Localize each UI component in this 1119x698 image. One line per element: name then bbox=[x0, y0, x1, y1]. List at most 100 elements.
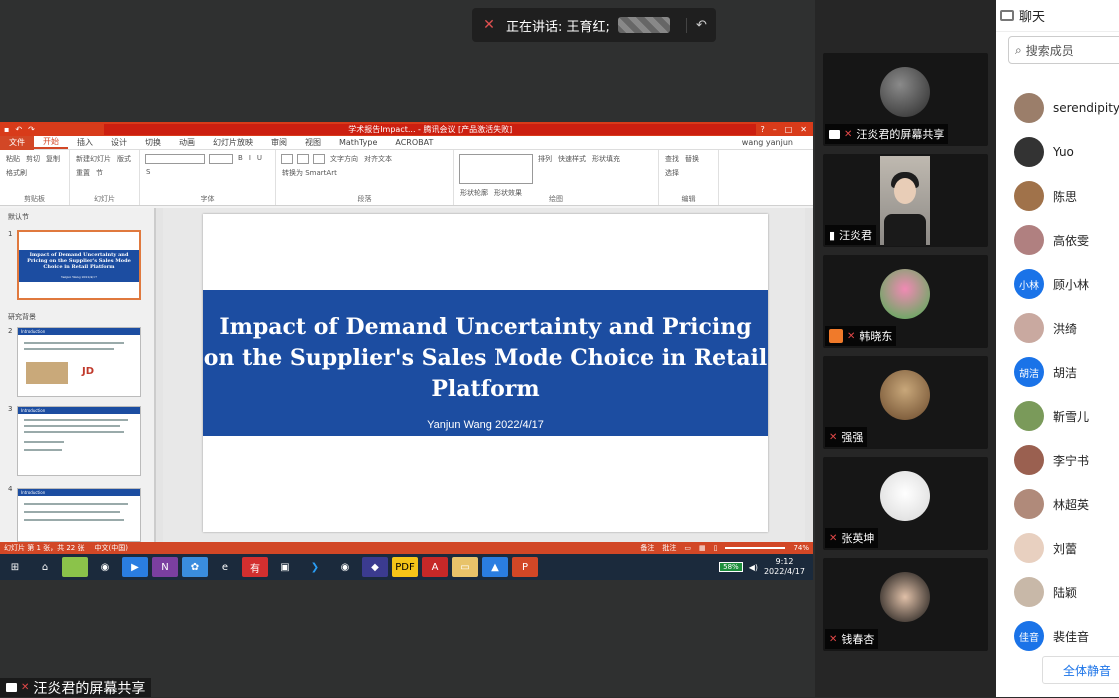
start-icon[interactable]: ⊞ bbox=[2, 557, 28, 577]
vscode-icon[interactable]: ❯ bbox=[302, 557, 328, 577]
shapes-gallery[interactable] bbox=[459, 154, 533, 184]
sorter-view-icon[interactable]: ▦ bbox=[699, 544, 706, 552]
minimize-icon[interactable]: – bbox=[773, 125, 777, 134]
align-text-button[interactable]: 对齐文本 bbox=[362, 153, 394, 165]
chrome2-icon[interactable]: ◉ bbox=[332, 557, 358, 577]
tab-mathtype[interactable]: MathType bbox=[330, 138, 386, 147]
language[interactable]: 中文(中国) bbox=[95, 543, 128, 553]
zoom-slider[interactable] bbox=[725, 547, 786, 549]
member-item[interactable]: 佳音 裴佳音 bbox=[1014, 620, 1089, 652]
redo-icon[interactable]: ↷ bbox=[28, 125, 35, 134]
section-background[interactable]: 研究背景 bbox=[8, 312, 36, 322]
replace-button[interactable]: 替换 bbox=[683, 153, 701, 165]
arrange-button[interactable]: 排列 bbox=[536, 153, 554, 185]
bullets-icon[interactable] bbox=[281, 154, 293, 164]
member-item[interactable]: 陈思 bbox=[1014, 180, 1077, 212]
chrome-icon[interactable]: ◉ bbox=[92, 557, 118, 577]
slide-thumb-2[interactable]: Introduction JD bbox=[17, 327, 141, 397]
numbering-icon[interactable] bbox=[297, 154, 309, 164]
app2-icon[interactable]: ◆ bbox=[362, 557, 388, 577]
member-item[interactable]: serendipity bbox=[1014, 92, 1119, 124]
zoom-level[interactable]: 74% bbox=[793, 544, 809, 552]
video-tile-camera[interactable]: ▮ 汪炎君 bbox=[823, 154, 988, 247]
slide-subtitle[interactable]: Yanjun Wang 2022/4/17 bbox=[203, 419, 768, 431]
maximize-icon[interactable]: □ bbox=[785, 125, 793, 134]
battery-indicator[interactable]: 58% bbox=[719, 562, 743, 572]
video-tile-avatar[interactable]: ✕ 张英坤 bbox=[823, 457, 988, 550]
member-item[interactable]: 李宁书 bbox=[1014, 444, 1089, 476]
help-icon[interactable]: ? bbox=[760, 125, 764, 134]
section-default[interactable]: 默认节 bbox=[8, 212, 29, 222]
normal-view-icon[interactable]: ▭ bbox=[684, 544, 691, 552]
ie-icon[interactable]: e bbox=[212, 557, 238, 577]
slide-thumb-3[interactable]: Introduction bbox=[17, 406, 141, 476]
format-painter-button[interactable]: 格式刷 bbox=[4, 167, 29, 179]
video-tile-avatar[interactable]: ✕ 强强 bbox=[823, 356, 988, 449]
member-item[interactable]: 洪绮 bbox=[1014, 312, 1077, 344]
tab-view[interactable]: 视图 bbox=[296, 137, 330, 148]
video-tile-avatar[interactable]: ✕ 韩晓东 bbox=[823, 255, 988, 348]
reset-button[interactable]: 重置 bbox=[74, 167, 92, 179]
tab-animations[interactable]: 动画 bbox=[170, 137, 204, 148]
smartart-button[interactable]: 转换为 SmartArt bbox=[280, 167, 339, 179]
home-icon[interactable]: ⌂ bbox=[32, 557, 58, 577]
slide-scrollbar[interactable] bbox=[805, 208, 813, 542]
vm-icon[interactable]: ▣ bbox=[272, 557, 298, 577]
slide-thumb-1[interactable]: Impact of Demand Uncertainty and Pricing… bbox=[17, 230, 141, 300]
explorer-icon[interactable]: ▭ bbox=[452, 557, 478, 577]
video-tile-avatar[interactable]: ✕ 钱春杏 bbox=[823, 558, 988, 651]
undo-icon[interactable]: ↶ bbox=[15, 125, 22, 134]
tab-file[interactable]: 文件 bbox=[0, 135, 34, 150]
tab-transitions[interactable]: 切换 bbox=[136, 137, 170, 148]
find-button[interactable]: 查找 bbox=[663, 153, 681, 165]
file-icon[interactable] bbox=[62, 557, 88, 577]
tab-design[interactable]: 设计 bbox=[102, 137, 136, 148]
onenote-icon[interactable]: N bbox=[152, 557, 178, 577]
tab-insert[interactable]: 插入 bbox=[68, 137, 102, 148]
user-name[interactable]: wang yanjun bbox=[733, 138, 813, 147]
member-item[interactable]: 高依雯 bbox=[1014, 224, 1089, 256]
copy-button[interactable]: 复制 bbox=[44, 153, 62, 165]
text-direction-button[interactable]: 文字方向 bbox=[328, 153, 360, 165]
reading-view-icon[interactable]: ▯ bbox=[714, 544, 718, 552]
member-item[interactable]: 刘蕾 bbox=[1014, 532, 1077, 564]
volume-icon[interactable]: ◀) bbox=[749, 563, 758, 572]
mute-all-button[interactable]: 全体静音 bbox=[1042, 656, 1119, 684]
meeting-icon[interactable]: ▶ bbox=[122, 557, 148, 577]
clock[interactable]: 9:12 2022/4/17 bbox=[764, 557, 805, 577]
new-slide-button[interactable]: 新建幻灯片 bbox=[74, 153, 113, 165]
member-item[interactable]: 胡洁 胡洁 bbox=[1014, 356, 1077, 388]
app-icon[interactable]: ✿ bbox=[182, 557, 208, 577]
member-item[interactable]: 陆颖 bbox=[1014, 576, 1077, 608]
paste-button[interactable]: 粘贴 bbox=[4, 153, 22, 165]
bold-button[interactable]: B bbox=[236, 153, 245, 165]
member-item[interactable]: 林超英 bbox=[1014, 488, 1089, 520]
acrobat-icon[interactable]: A bbox=[422, 557, 448, 577]
thumbnail-scrollbar[interactable] bbox=[155, 208, 163, 542]
font-size-select[interactable] bbox=[209, 154, 233, 164]
slide-canvas[interactable]: Impact of Demand Uncertainty and Pricing… bbox=[203, 214, 768, 532]
member-item[interactable]: 靳雪儿 bbox=[1014, 400, 1089, 432]
tab-home[interactable]: 开始 bbox=[34, 136, 68, 149]
pdf-icon[interactable]: PDF bbox=[392, 557, 418, 577]
indent-icon[interactable] bbox=[313, 154, 325, 164]
slide-thumb-4[interactable]: Introduction bbox=[17, 488, 141, 542]
notes-button[interactable]: 备注 bbox=[640, 543, 654, 553]
layout-button[interactable]: 版式 bbox=[115, 153, 133, 165]
underline-button[interactable]: U bbox=[255, 153, 264, 165]
italic-button[interactable]: I bbox=[247, 153, 253, 165]
select-button[interactable]: 选择 bbox=[663, 167, 681, 179]
tab-slideshow[interactable]: 幻灯片放映 bbox=[204, 137, 262, 148]
member-item[interactable]: 小林 顾小林 bbox=[1014, 268, 1089, 300]
tencent-icon[interactable]: ▲ bbox=[482, 557, 508, 577]
close-icon[interactable]: ✕ bbox=[800, 125, 807, 134]
member-search[interactable]: ⌕ 搜索成员 bbox=[1008, 36, 1119, 64]
shadow-button[interactable]: S bbox=[144, 167, 152, 177]
slide-title[interactable]: Impact of Demand Uncertainty and Pricing… bbox=[203, 290, 768, 405]
save-icon[interactable]: ▪ bbox=[4, 125, 9, 134]
font-name-select[interactable] bbox=[145, 154, 205, 164]
youdao-icon[interactable]: 有 bbox=[242, 557, 268, 577]
powerpoint-icon[interactable]: P bbox=[512, 557, 538, 577]
tab-acrobat[interactable]: ACROBAT bbox=[386, 138, 442, 147]
shape-fill-button[interactable]: 形状填充 bbox=[590, 153, 622, 185]
